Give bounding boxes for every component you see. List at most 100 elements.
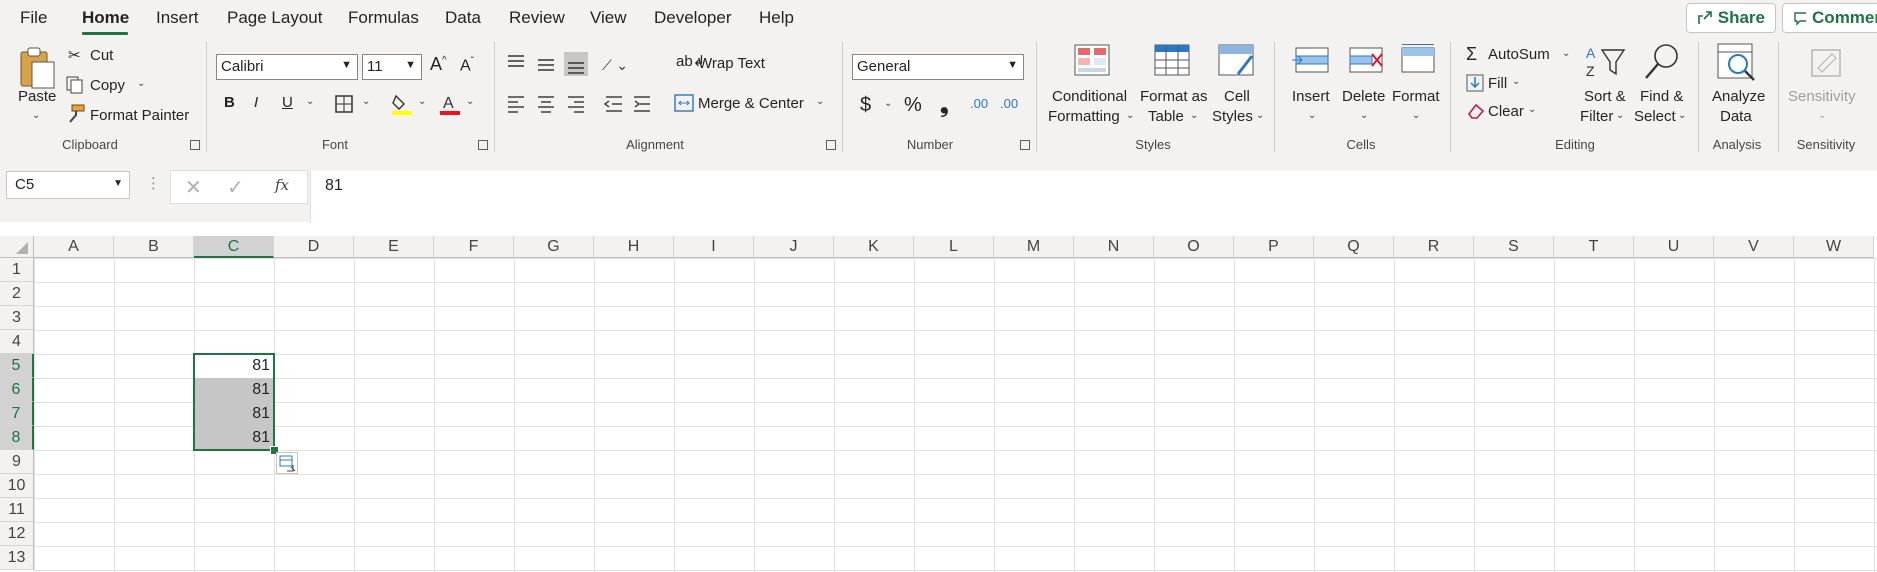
chevron-down-icon[interactable]: ⌄ [1818, 110, 1826, 121]
autosum-dropdown-icon[interactable]: ⌄ [1562, 48, 1570, 59]
row-header-4[interactable]: 4 [0, 330, 34, 354]
decrease-decimal-button[interactable]: .00 [1000, 96, 1018, 111]
column-header-c[interactable]: C [194, 236, 274, 258]
font-color-icon[interactable]: A [438, 92, 462, 116]
number-launcher-icon[interactable] [1020, 140, 1030, 150]
currency-button[interactable]: $ [860, 94, 871, 117]
format-as-table-label2[interactable]: Table [1148, 108, 1184, 125]
tab-page-layout[interactable]: Page Layout [227, 8, 322, 28]
column-header-b[interactable]: B [114, 236, 194, 258]
find-select-label1[interactable]: Find & [1640, 88, 1683, 105]
row-header-2[interactable]: 2 [0, 282, 34, 306]
formula-input[interactable]: 81 [310, 171, 1877, 223]
font-name-combobox[interactable]: Calibri ▼ [216, 54, 358, 80]
copy-button[interactable]: Copy [90, 77, 125, 94]
share-button[interactable]: Share [1686, 3, 1776, 33]
conditional-formatting-label2[interactable]: Formatting [1048, 108, 1120, 125]
underline-dropdown-icon[interactable]: ⌄ [306, 96, 314, 107]
row-header-6[interactable]: 6 [0, 378, 34, 402]
column-header-m[interactable]: M [994, 236, 1074, 258]
tab-help[interactable]: Help [759, 8, 794, 28]
row-header-3[interactable]: 3 [0, 306, 34, 330]
chevron-down-icon[interactable]: ⌄ [1256, 110, 1264, 121]
analyze-data-label1[interactable]: Analyze [1712, 88, 1765, 105]
currency-dropdown-icon[interactable]: ⌄ [884, 98, 892, 109]
column-header-g[interactable]: G [514, 236, 594, 258]
row-header-12[interactable]: 12 [0, 522, 34, 546]
percent-button[interactable]: % [904, 94, 922, 117]
tab-home[interactable]: Home [82, 8, 129, 28]
clear-dropdown-icon[interactable]: ⌄ [1528, 104, 1536, 115]
column-header-e[interactable]: E [354, 236, 434, 258]
row-header-10[interactable]: 10 [0, 474, 34, 498]
quick-analysis-button[interactable] [276, 452, 298, 474]
insert-function-icon[interactable]: fx [275, 176, 289, 194]
chevron-down-icon[interactable]: ⌄ [1308, 110, 1316, 121]
borders-icon[interactable] [334, 94, 354, 114]
column-header-r[interactable]: R [1394, 236, 1474, 258]
row-header-13[interactable]: 13 [0, 546, 34, 570]
chevron-down-icon[interactable]: ⌄ [1360, 110, 1368, 121]
cut-button[interactable]: Cut [90, 47, 113, 64]
fill-dropdown-icon[interactable]: ⌄ [1512, 76, 1520, 87]
format-painter-button[interactable]: Format Painter [90, 107, 189, 124]
wrap-text-button[interactable]: Wrap Text [698, 55, 765, 72]
select-all-button[interactable] [0, 236, 34, 258]
fill-button[interactable]: Fill [1488, 75, 1507, 92]
analyze-data-label2[interactable]: Data [1720, 108, 1752, 125]
alignment-launcher-icon[interactable] [826, 140, 836, 150]
comma-style-button[interactable]: ❟ [940, 92, 949, 118]
row-header-1[interactable]: 1 [0, 258, 34, 282]
tab-view[interactable]: View [590, 8, 627, 28]
column-header-q[interactable]: Q [1314, 236, 1394, 258]
column-header-o[interactable]: O [1154, 236, 1234, 258]
column-header-l[interactable]: L [914, 236, 994, 258]
tab-file[interactable]: File [20, 8, 47, 28]
column-header-k[interactable]: K [834, 236, 914, 258]
sensitivity-button[interactable]: Sensitivity [1788, 88, 1856, 105]
format-button[interactable]: Format [1392, 88, 1440, 105]
name-box[interactable]: C5 ▼ [6, 171, 130, 199]
conditional-formatting-label1[interactable]: Conditional [1052, 88, 1127, 105]
fill-color-icon[interactable] [390, 92, 414, 116]
copy-dropdown-icon[interactable]: ⌄ [137, 78, 145, 89]
column-header-a[interactable]: A [34, 236, 114, 258]
column-header-v[interactable]: V [1714, 236, 1794, 258]
cell-styles-label2[interactable]: Styles [1212, 108, 1253, 125]
chevron-down-icon[interactable]: ⌄ [1678, 110, 1686, 121]
underline-button[interactable]: U [282, 94, 293, 111]
row-header-11[interactable]: 11 [0, 498, 34, 522]
merge-center-button[interactable]: Merge & Center [698, 95, 804, 112]
autosum-button[interactable]: AutoSum [1488, 46, 1550, 63]
decrease-font-size-icon[interactable]: Aˇ [460, 56, 474, 75]
chevron-down-icon[interactable]: ⌄ [1616, 110, 1624, 121]
merge-dropdown-icon[interactable]: ⌄ [816, 96, 824, 107]
cancel-icon[interactable]: ✕ [185, 175, 202, 200]
increase-decimal-button[interactable]: .00 [970, 96, 988, 111]
tab-review[interactable]: Review [509, 8, 565, 28]
row-header-5[interactable]: 5 [0, 354, 34, 378]
number-format-combobox[interactable]: General ▼ [852, 54, 1024, 80]
chevron-down-icon[interactable]: ⌄ [1126, 110, 1134, 121]
column-header-t[interactable]: T [1554, 236, 1634, 258]
chevron-down-icon[interactable]: ⌄ [1190, 110, 1198, 121]
column-header-f[interactable]: F [434, 236, 514, 258]
column-header-s[interactable]: S [1474, 236, 1554, 258]
clipboard-launcher-icon[interactable] [190, 140, 200, 150]
tab-formulas[interactable]: Formulas [348, 8, 419, 28]
italic-button[interactable]: I [254, 94, 258, 111]
tab-data[interactable]: Data [445, 8, 481, 28]
row-header-7[interactable]: 7 [0, 402, 34, 426]
chevron-down-icon[interactable]: ⌄ [1412, 110, 1420, 121]
clear-button[interactable]: Clear [1488, 103, 1524, 120]
column-header-d[interactable]: D [274, 236, 354, 258]
bold-button[interactable]: B [224, 94, 235, 111]
comments-button[interactable]: Commer [1782, 3, 1877, 33]
cell-styles-label1[interactable]: Cell [1224, 88, 1250, 105]
column-header-n[interactable]: N [1074, 236, 1154, 258]
sort-filter-label2[interactable]: Filter [1580, 108, 1613, 125]
font-color-dropdown-icon[interactable]: ⌄ [466, 96, 474, 107]
tab-insert[interactable]: Insert [156, 8, 199, 28]
paste-dropdown-icon[interactable]: ⌄ [32, 110, 40, 121]
borders-dropdown-icon[interactable]: ⌄ [362, 96, 370, 107]
